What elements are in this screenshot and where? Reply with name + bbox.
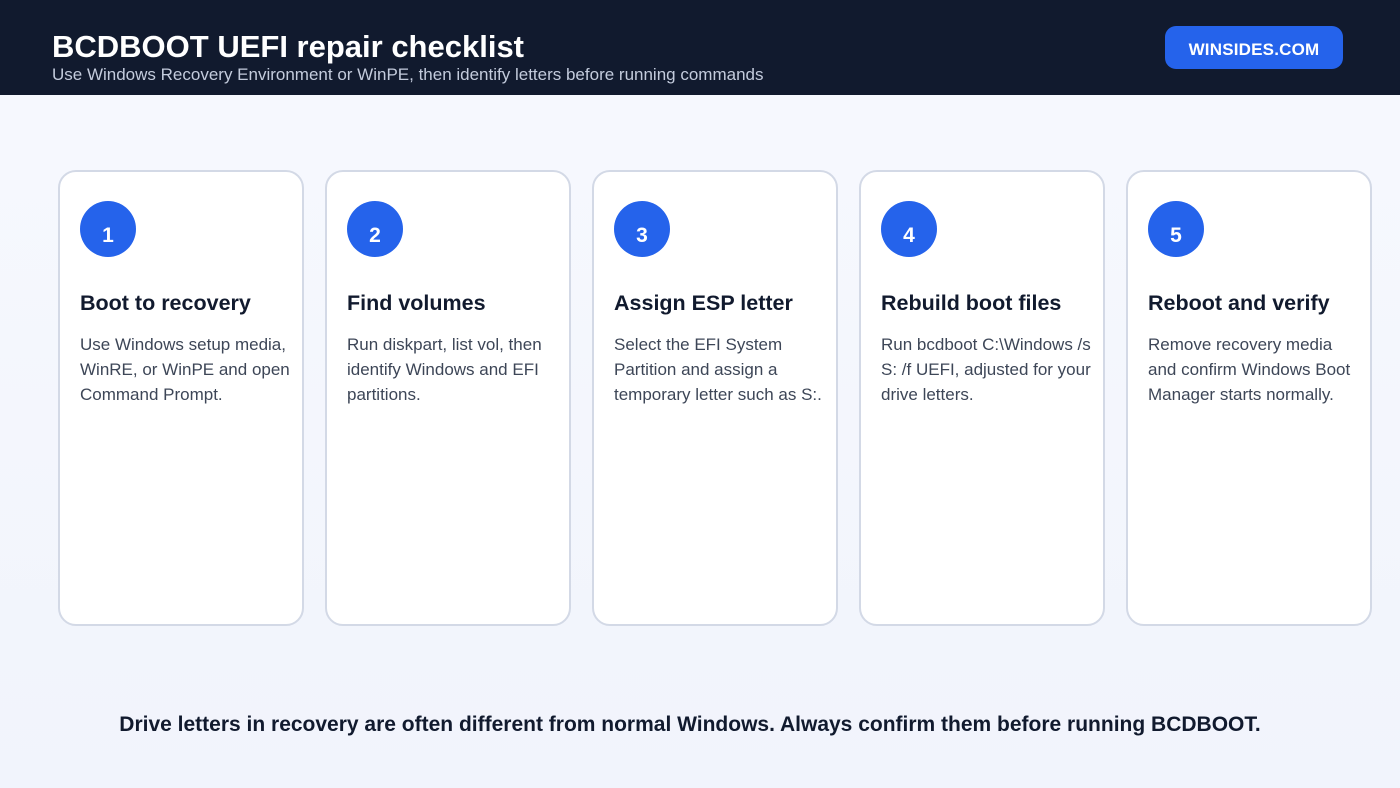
step-card-1: 1 Boot to recovery Use Windows setup med…	[58, 170, 304, 626]
step-title: Assign ESP letter	[614, 291, 793, 315]
step-number-badge: 4	[881, 201, 937, 257]
header-bar: BCDBOOT UEFI repair checklist Use Window…	[0, 0, 1400, 95]
step-description: Select the EFI System Partition and assi…	[614, 335, 822, 404]
brand-badge[interactable]: WINSIDES.COM	[1165, 26, 1343, 69]
step-description: Run diskpart, list vol, then identify Wi…	[347, 335, 542, 404]
step-card-5: 5 Reboot and verify Remove recovery medi…	[1126, 170, 1372, 626]
step-description: Use Windows setup media, WinRE, or WinPE…	[80, 335, 290, 404]
page-title: BCDBOOT UEFI repair checklist	[52, 29, 525, 64]
step-number-badge: 1	[80, 201, 136, 257]
step-title: Reboot and verify	[1148, 291, 1330, 315]
step-title: Rebuild boot files	[881, 291, 1062, 315]
footer-warning-note: Drive letters in recovery are often diff…	[119, 713, 1261, 736]
step-title: Boot to recovery	[80, 291, 251, 315]
page-subtitle: Use Windows Recovery Environment or WinP…	[52, 65, 764, 84]
step-card-3: 3 Assign ESP letter Select the EFI Syste…	[592, 170, 838, 626]
step-description: Remove recovery media and confirm Window…	[1148, 335, 1351, 404]
step-description: Run bcdboot C:\Windows /s S: /f UEFI, ad…	[881, 335, 1091, 404]
step-card-2: 2 Find volumes Run diskpart, list vol, t…	[325, 170, 571, 626]
step-number-badge: 3	[614, 201, 670, 257]
step-number-badge: 5	[1148, 201, 1204, 257]
step-number-badge: 2	[347, 201, 403, 257]
step-title: Find volumes	[347, 291, 486, 315]
step-card-4: 4 Rebuild boot files Run bcdboot C:\Wind…	[859, 170, 1105, 626]
steps-list: 1 Boot to recovery Use Windows setup med…	[58, 170, 1373, 626]
